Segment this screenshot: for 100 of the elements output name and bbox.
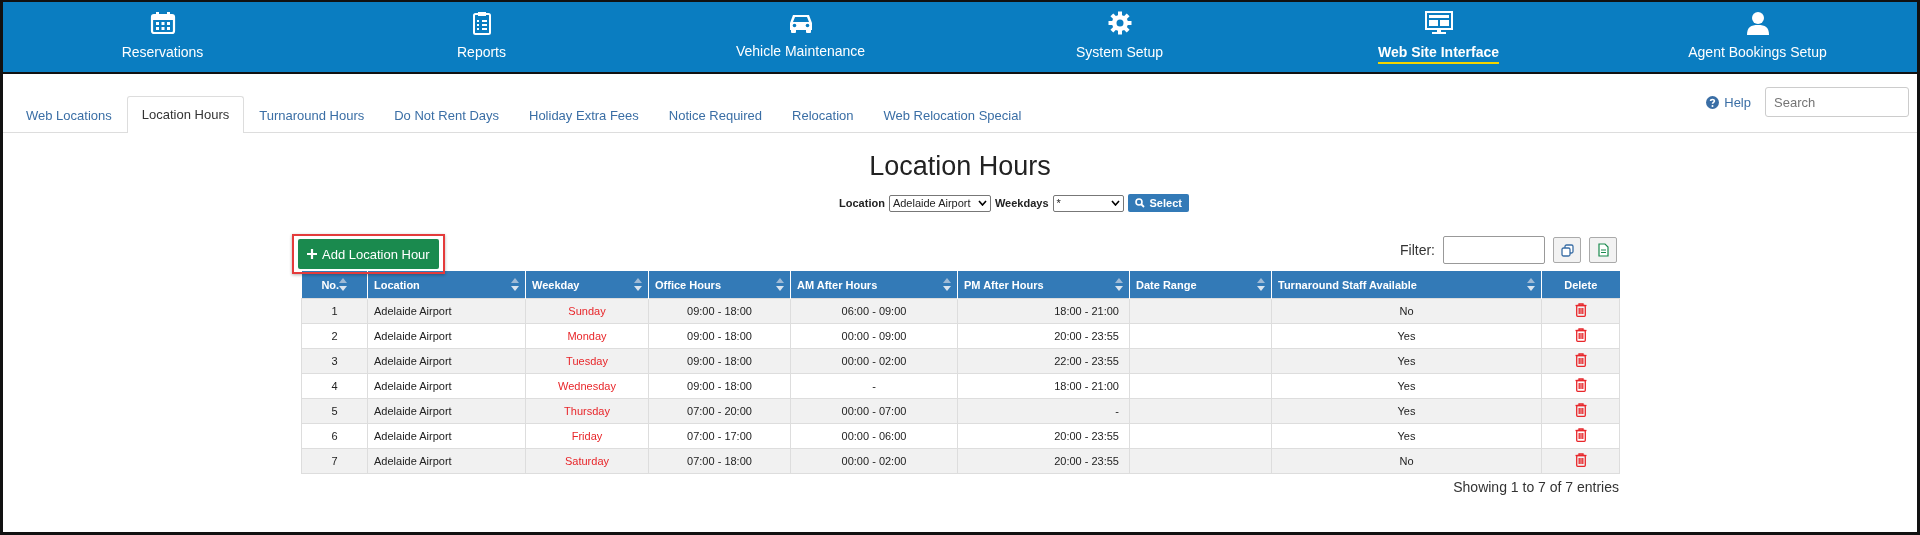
table-cell: 00:00 - 02:00: [790, 348, 958, 374]
table-cell: 00:00 - 09:00: [790, 323, 958, 349]
nav-item[interactable]: Vehicle Maintenance: [735, 42, 866, 63]
nav-item[interactable]: System Setup: [1075, 43, 1164, 64]
weekdays-dropdown[interactable]: *: [1052, 194, 1124, 212]
checklist-icon: [471, 10, 492, 35]
table-cell: 20:00 - 23:55: [957, 323, 1130, 349]
table-cell: 7: [301, 448, 368, 474]
table-cell: Yes: [1271, 398, 1542, 424]
table-cell: 18:00 - 21:00: [957, 298, 1130, 324]
column-header[interactable]: AM After Hours: [790, 271, 958, 299]
delete-icon[interactable]: [1574, 428, 1587, 442]
copy-icon: [1560, 243, 1574, 257]
tab[interactable]: Web Locations: [11, 97, 127, 133]
table-cell: 09:00 - 18:00: [648, 298, 791, 324]
caret-icon: [1110, 200, 1120, 206]
tab[interactable]: Do Not Rent Days: [379, 97, 514, 133]
search-field[interactable]: Search: [1765, 87, 1909, 117]
nav-item[interactable]: Web Site Interface: [1377, 43, 1500, 64]
table-cell: Yes: [1271, 323, 1542, 349]
column-header[interactable]: PM After Hours: [957, 271, 1130, 299]
table-cell: Adelaide Airport: [367, 448, 526, 474]
table-cell: Yes: [1271, 373, 1542, 399]
tab[interactable]: Holiday Extra Fees: [514, 97, 654, 133]
sort-icon[interactable]: [1527, 278, 1535, 291]
field-label: Location: [839, 197, 885, 209]
nav-item[interactable]: Agent Bookings Setup: [1688, 43, 1827, 64]
table-cell: Yes: [1271, 348, 1542, 374]
table-cell: 1: [301, 298, 368, 324]
table-cell: Monday: [525, 323, 649, 349]
tab[interactable]: Notice Required: [653, 97, 778, 133]
help-link[interactable]: Help: [1724, 94, 1751, 110]
caret-icon: [977, 200, 987, 206]
sort-icon[interactable]: [634, 278, 642, 291]
table-cell: 2: [301, 323, 368, 349]
table-cell: 00:00 - 07:00: [790, 398, 958, 424]
nav-item[interactable]: Reservations: [121, 43, 204, 64]
table-cell: 09:00 - 18:00: [648, 323, 791, 349]
sort-icon[interactable]: [943, 278, 951, 291]
table-cell: Adelaide Airport: [367, 323, 526, 349]
sort-icon[interactable]: [776, 278, 784, 291]
copy-button[interactable]: [1553, 237, 1581, 263]
delete-icon[interactable]: [1574, 303, 1587, 317]
delete-icon[interactable]: [1574, 353, 1587, 367]
nav-item[interactable]: Reports: [457, 43, 506, 64]
table-cell: 06:00 - 09:00: [790, 298, 958, 324]
table-cell: Saturday: [525, 448, 649, 474]
table-cell: 09:00 - 18:00: [648, 373, 791, 399]
tab[interactable]: Location Hours: [126, 96, 245, 133]
filter-label: Filter:: [1400, 242, 1435, 258]
tab[interactable]: Turnaround Hours: [244, 97, 380, 133]
table-cell: 3: [301, 348, 368, 374]
column-header[interactable]: Location: [367, 271, 526, 299]
table-cell: 20:00 - 23:55: [957, 448, 1130, 474]
sort-icon[interactable]: [1115, 278, 1123, 291]
filter-field[interactable]: [1443, 236, 1545, 264]
sort-icon[interactable]: [339, 278, 348, 291]
export-button[interactable]: [1589, 237, 1617, 263]
tab[interactable]: Web Relocation Special: [868, 97, 1037, 133]
sort-icon[interactable]: [1257, 278, 1265, 291]
table-cell: Wednesday: [525, 373, 649, 399]
column-header[interactable]: Office Hours: [648, 271, 791, 299]
tab[interactable]: Relocation: [777, 97, 869, 133]
column-header[interactable]: No.: [301, 271, 368, 299]
table-cell: 07:00 - 20:00: [648, 398, 791, 424]
delete-icon[interactable]: [1574, 328, 1587, 342]
table-cell: Thursday: [525, 398, 649, 424]
monitor-icon: [1424, 10, 1453, 35]
add-button[interactable]: Add Location Hour: [298, 239, 439, 269]
person-icon: [1745, 10, 1770, 35]
location-dropdown[interactable]: Adelaide Airport: [888, 194, 991, 212]
table-cell: -: [790, 373, 958, 399]
delete-icon[interactable]: [1574, 378, 1587, 392]
table-cell: 5: [301, 398, 368, 424]
help-icon[interactable]: [1706, 95, 1720, 109]
table-cell: 6: [301, 423, 368, 449]
table-cell: Adelaide Airport: [367, 423, 526, 449]
column-header: Delete: [1541, 271, 1620, 299]
page-title: Location Hours: [868, 151, 1052, 182]
column-header[interactable]: Date Range: [1129, 271, 1272, 299]
document-icon: [1597, 243, 1609, 257]
delete-icon[interactable]: [1574, 453, 1587, 467]
table-cell: 07:00 - 17:00: [648, 423, 791, 449]
table-cell: 00:00 - 06:00: [790, 423, 958, 449]
table-cell: Adelaide Airport: [367, 348, 526, 374]
table-cell: No: [1271, 298, 1542, 324]
sort-icon[interactable]: [511, 278, 519, 291]
table-cell: Friday: [525, 423, 649, 449]
search-icon: [1134, 198, 1145, 208]
entries-info: Showing 1 to 7 of 7 entries: [1452, 479, 1619, 495]
table-cell: Yes: [1271, 423, 1542, 449]
table-cell: No: [1271, 448, 1542, 474]
select-button[interactable]: Select: [1127, 194, 1189, 212]
table-cell: 07:00 - 18:00: [648, 448, 791, 474]
table-cell: Adelaide Airport: [367, 298, 526, 324]
column-header[interactable]: Turnaround Staff Available: [1271, 271, 1542, 299]
table-cell: Adelaide Airport: [367, 398, 526, 424]
delete-icon[interactable]: [1574, 403, 1587, 417]
column-header[interactable]: Weekday: [525, 271, 649, 299]
table-cell: Tuesday: [525, 348, 649, 374]
